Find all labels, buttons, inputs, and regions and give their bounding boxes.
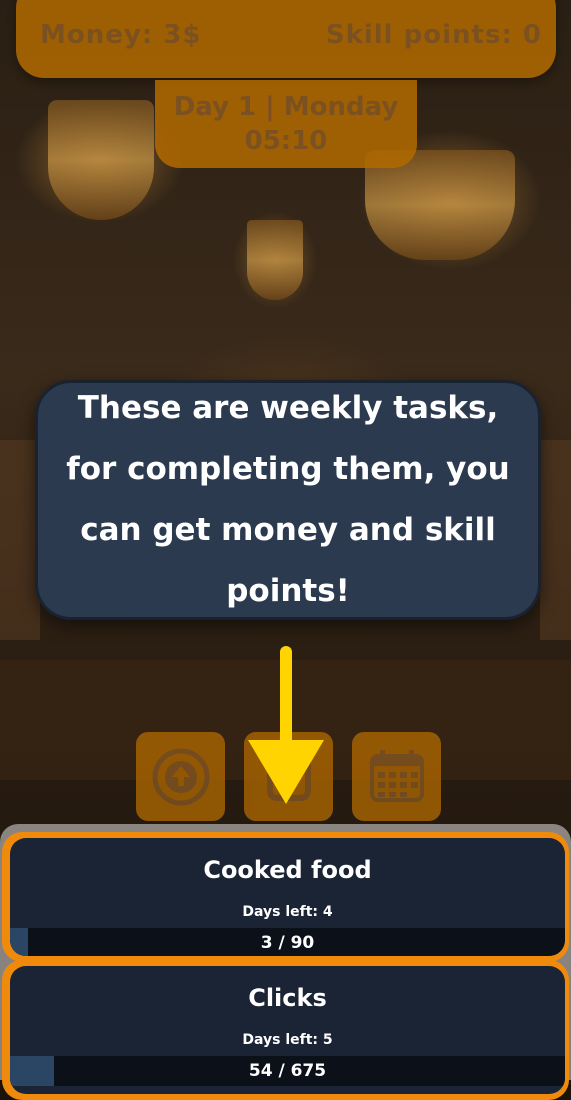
day-clock: Day 1 | Monday 05:10: [155, 80, 417, 168]
task-card[interactable]: Clicks Days left: 5 54 / 675: [2, 960, 569, 1100]
chandelier-left: [48, 100, 154, 220]
task-days-left: Days left: 5: [242, 1032, 333, 1048]
upgrade-arrow-icon: [152, 748, 209, 805]
wall-shelf: [0, 440, 40, 640]
task-progress-label: 54 / 675: [248, 1061, 327, 1081]
chandelier-center: [247, 220, 303, 300]
calendar-button[interactable]: [352, 732, 441, 821]
task-title: Cooked food: [203, 856, 372, 884]
time-label: 05:10: [244, 126, 328, 156]
wall-shelf: [540, 440, 571, 640]
task-days-left: Days left: 4: [242, 904, 333, 920]
day-label: Day 1 | Monday: [173, 92, 399, 122]
pointer-arrow-icon: [248, 740, 324, 804]
task-card[interactable]: Cooked food Days left: 4 3 / 90: [2, 832, 569, 962]
task-progress-bar: 3 / 90: [10, 928, 565, 956]
money-label: Money: 3$: [40, 20, 202, 50]
task-progress-bar: 54 / 675: [10, 1056, 565, 1086]
tutorial-bubble[interactable]: These are weekly tasks, for completing t…: [35, 380, 541, 620]
calendar-icon: [369, 749, 424, 802]
tutorial-message: These are weekly tasks, for completing t…: [66, 390, 510, 609]
stats-bar: Money: 3$ Skill points: 0: [16, 0, 556, 78]
upgrade-button[interactable]: [136, 732, 225, 821]
task-title: Clicks: [248, 984, 327, 1012]
weekly-tasks-panel: Cooked food Days left: 4 3 / 90 Clicks D…: [0, 824, 571, 1100]
task-progress-label: 3 / 90: [260, 933, 315, 953]
skill-points-label: Skill points: 0: [325, 20, 542, 50]
